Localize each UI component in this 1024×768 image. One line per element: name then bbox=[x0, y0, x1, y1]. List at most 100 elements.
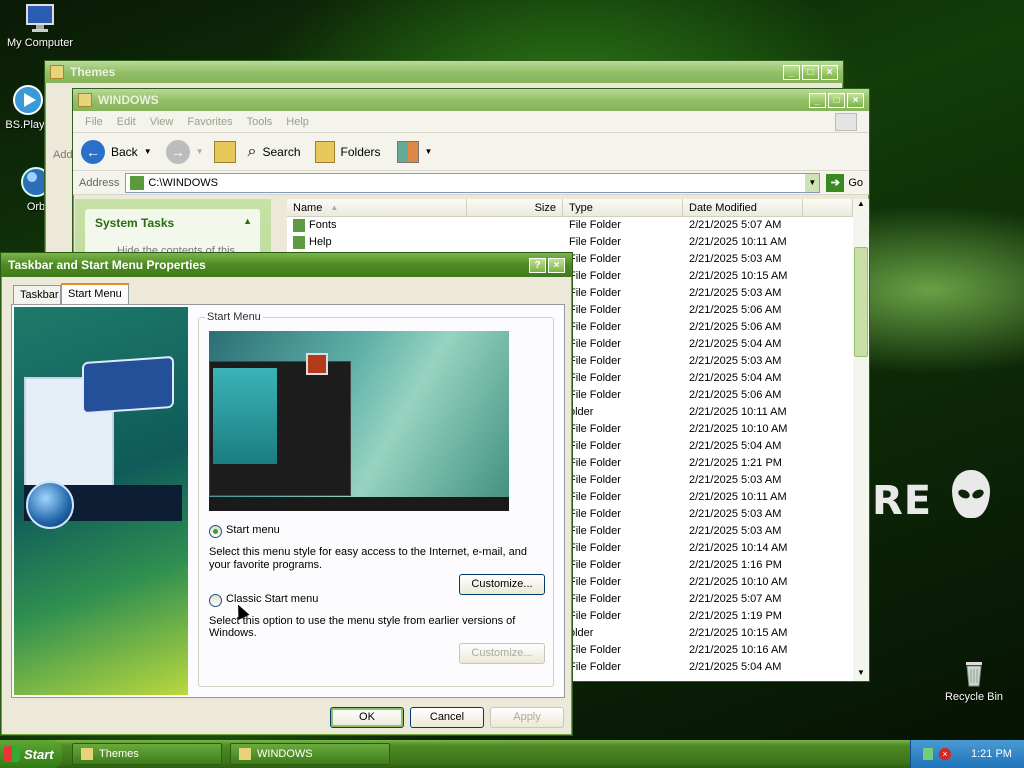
file-type: File Folder bbox=[569, 491, 621, 503]
wallpaper-brand-text: RE bbox=[872, 478, 933, 524]
help-button[interactable]: ? bbox=[529, 257, 546, 273]
chevron-down-icon[interactable]: ▼ bbox=[805, 173, 820, 192]
file-date-modified: 2/21/2025 5:04 AM bbox=[689, 338, 782, 350]
folder-icon bbox=[50, 65, 64, 79]
taskbar-item-themes[interactable]: Themes bbox=[72, 743, 222, 765]
close-button[interactable]: × bbox=[847, 92, 864, 108]
network-icon[interactable] bbox=[923, 748, 933, 760]
folders-button-label[interactable]: Folders bbox=[341, 145, 381, 159]
menu-tools[interactable]: Tools bbox=[247, 116, 273, 128]
menu-view[interactable]: View bbox=[150, 116, 174, 128]
file-type: File Folder bbox=[569, 525, 621, 537]
column-header-name[interactable]: Name ▲ bbox=[287, 199, 467, 217]
collapse-chevron-icon[interactable]: ▲ bbox=[243, 216, 252, 226]
taskbar-properties-dialog[interactable]: Taskbar and Start Menu Properties ? × Ta… bbox=[0, 252, 573, 736]
taskbar-item-windows[interactable]: WINDOWS bbox=[230, 743, 390, 765]
back-arrow-icon[interactable]: ← bbox=[81, 139, 105, 164]
windows-orb-icon bbox=[26, 481, 74, 529]
folder-icon bbox=[81, 748, 93, 760]
scrollbar-thumb[interactable] bbox=[854, 247, 868, 357]
file-type: File Folder bbox=[569, 474, 621, 486]
task-panel-header[interactable]: System Tasks bbox=[95, 216, 174, 230]
scroll-down-arrow-icon[interactable]: ▼ bbox=[853, 668, 869, 677]
customize-button[interactable]: Customize... bbox=[459, 574, 545, 595]
file-date-modified: 2/21/2025 10:15 AM bbox=[689, 270, 788, 282]
menu-bar: File Edit View Favorites Tools Help bbox=[73, 111, 869, 133]
close-button[interactable]: × bbox=[548, 257, 565, 273]
address-bar: Address C:\WINDOWS ▼ ➔ Go bbox=[73, 171, 869, 195]
search-icon[interactable]: ⌕ bbox=[248, 143, 257, 161]
menu-file[interactable]: File bbox=[85, 116, 103, 128]
file-type: File Folder bbox=[569, 321, 621, 333]
maximize-button[interactable]: □ bbox=[802, 64, 819, 80]
preview-taskbar bbox=[209, 497, 509, 511]
toolbar: ← Back ▼ → ▼ ⌕ Search Folders ▼ bbox=[73, 133, 869, 171]
tab-panel: Start Menu Start menu Select this menu s… bbox=[11, 304, 565, 698]
folder-icon bbox=[293, 236, 305, 249]
tab-label: Taskbar bbox=[20, 289, 59, 301]
taskbar: Start Themes WINDOWS × 1:21 PM bbox=[0, 740, 1024, 768]
dialog-titlebar[interactable]: Taskbar and Start Menu Properties ? × bbox=[1, 253, 572, 277]
file-type: older bbox=[569, 406, 594, 418]
forward-arrow-icon[interactable]: → bbox=[165, 139, 190, 164]
button-label: Cancel bbox=[429, 711, 465, 723]
themes-partial-text: Add bbox=[53, 149, 73, 161]
menu-help[interactable]: Help bbox=[286, 116, 309, 128]
preview-pinned-list bbox=[213, 368, 277, 464]
tab-label: Start Menu bbox=[68, 288, 122, 300]
column-header-filler bbox=[803, 199, 853, 217]
explorer-titlebar[interactable]: WINDOWS _ □ × bbox=[73, 89, 869, 111]
close-button[interactable]: × bbox=[821, 64, 838, 80]
folders-icon[interactable] bbox=[314, 140, 335, 163]
option-start-menu-label[interactable]: Start menu bbox=[226, 524, 280, 536]
maximize-button[interactable]: □ bbox=[828, 92, 845, 108]
chevron-down-icon[interactable]: ▼ bbox=[196, 147, 204, 156]
radio-start-menu[interactable] bbox=[209, 525, 222, 538]
customize-classic-button[interactable]: Customize... bbox=[459, 643, 545, 664]
cancel-button[interactable]: Cancel bbox=[410, 707, 484, 728]
file-date-modified: 2/21/2025 5:04 AM bbox=[689, 440, 782, 452]
folder-icon bbox=[78, 93, 92, 107]
alien-logo-icon bbox=[952, 470, 990, 518]
themes-titlebar[interactable]: Themes _ □ × bbox=[45, 61, 843, 83]
tab-start-menu[interactable]: Start Menu bbox=[61, 283, 129, 305]
column-header-type[interactable]: Type bbox=[563, 199, 683, 217]
minimize-button[interactable]: _ bbox=[783, 64, 800, 80]
search-button-label[interactable]: Search bbox=[263, 145, 301, 159]
monitor-icon bbox=[24, 2, 56, 34]
tab-taskbar[interactable]: Taskbar bbox=[13, 285, 61, 305]
minimize-button[interactable]: _ bbox=[809, 92, 826, 108]
file-type: File Folder bbox=[569, 253, 621, 265]
column-header-size[interactable]: Size bbox=[467, 199, 563, 217]
apply-button[interactable]: Apply bbox=[490, 707, 564, 728]
file-name: Help bbox=[309, 236, 332, 248]
file-type: File Folder bbox=[569, 355, 621, 367]
radio-classic-start-menu[interactable] bbox=[209, 594, 222, 607]
file-date-modified: 2/21/2025 5:07 AM bbox=[689, 593, 782, 605]
scroll-up-arrow-icon[interactable]: ▲ bbox=[853, 199, 869, 213]
desktop-icon-recycle-bin[interactable]: Recycle Bin bbox=[934, 656, 1014, 703]
file-date-modified: 2/21/2025 10:10 AM bbox=[689, 423, 788, 435]
chevron-down-icon[interactable]: ▼ bbox=[144, 147, 152, 156]
clock[interactable]: 1:21 PM bbox=[971, 748, 1012, 760]
chevron-down-icon[interactable]: ▼ bbox=[425, 147, 433, 156]
address-input[interactable]: C:\WINDOWS ▼ bbox=[125, 172, 821, 193]
taskbar-item-label: WINDOWS bbox=[257, 748, 313, 760]
security-alert-icon[interactable]: × bbox=[939, 748, 951, 760]
file-type: File Folder bbox=[569, 236, 621, 248]
views-icon[interactable] bbox=[396, 140, 419, 163]
file-date-modified: 2/21/2025 1:19 PM bbox=[689, 610, 782, 622]
column-header-date-modified[interactable]: Date Modified bbox=[683, 199, 803, 217]
file-date-modified: 2/21/2025 5:07 AM bbox=[689, 219, 782, 231]
vertical-scrollbar[interactable]: ▲ ▼ bbox=[853, 199, 869, 681]
menu-edit[interactable]: Edit bbox=[117, 116, 136, 128]
up-folder-icon[interactable] bbox=[213, 140, 236, 163]
file-date-modified: 2/21/2025 5:03 AM bbox=[689, 287, 782, 299]
start-button[interactable]: Start bbox=[0, 740, 62, 768]
desktop-icon-my-computer[interactable]: My Computer bbox=[0, 2, 80, 49]
windows-logo-icon bbox=[835, 112, 857, 131]
ok-button[interactable]: OK bbox=[330, 707, 404, 728]
menu-favorites[interactable]: Favorites bbox=[187, 116, 232, 128]
back-button-label[interactable]: Back bbox=[111, 145, 138, 159]
go-button[interactable]: ➔ Go bbox=[826, 173, 863, 192]
